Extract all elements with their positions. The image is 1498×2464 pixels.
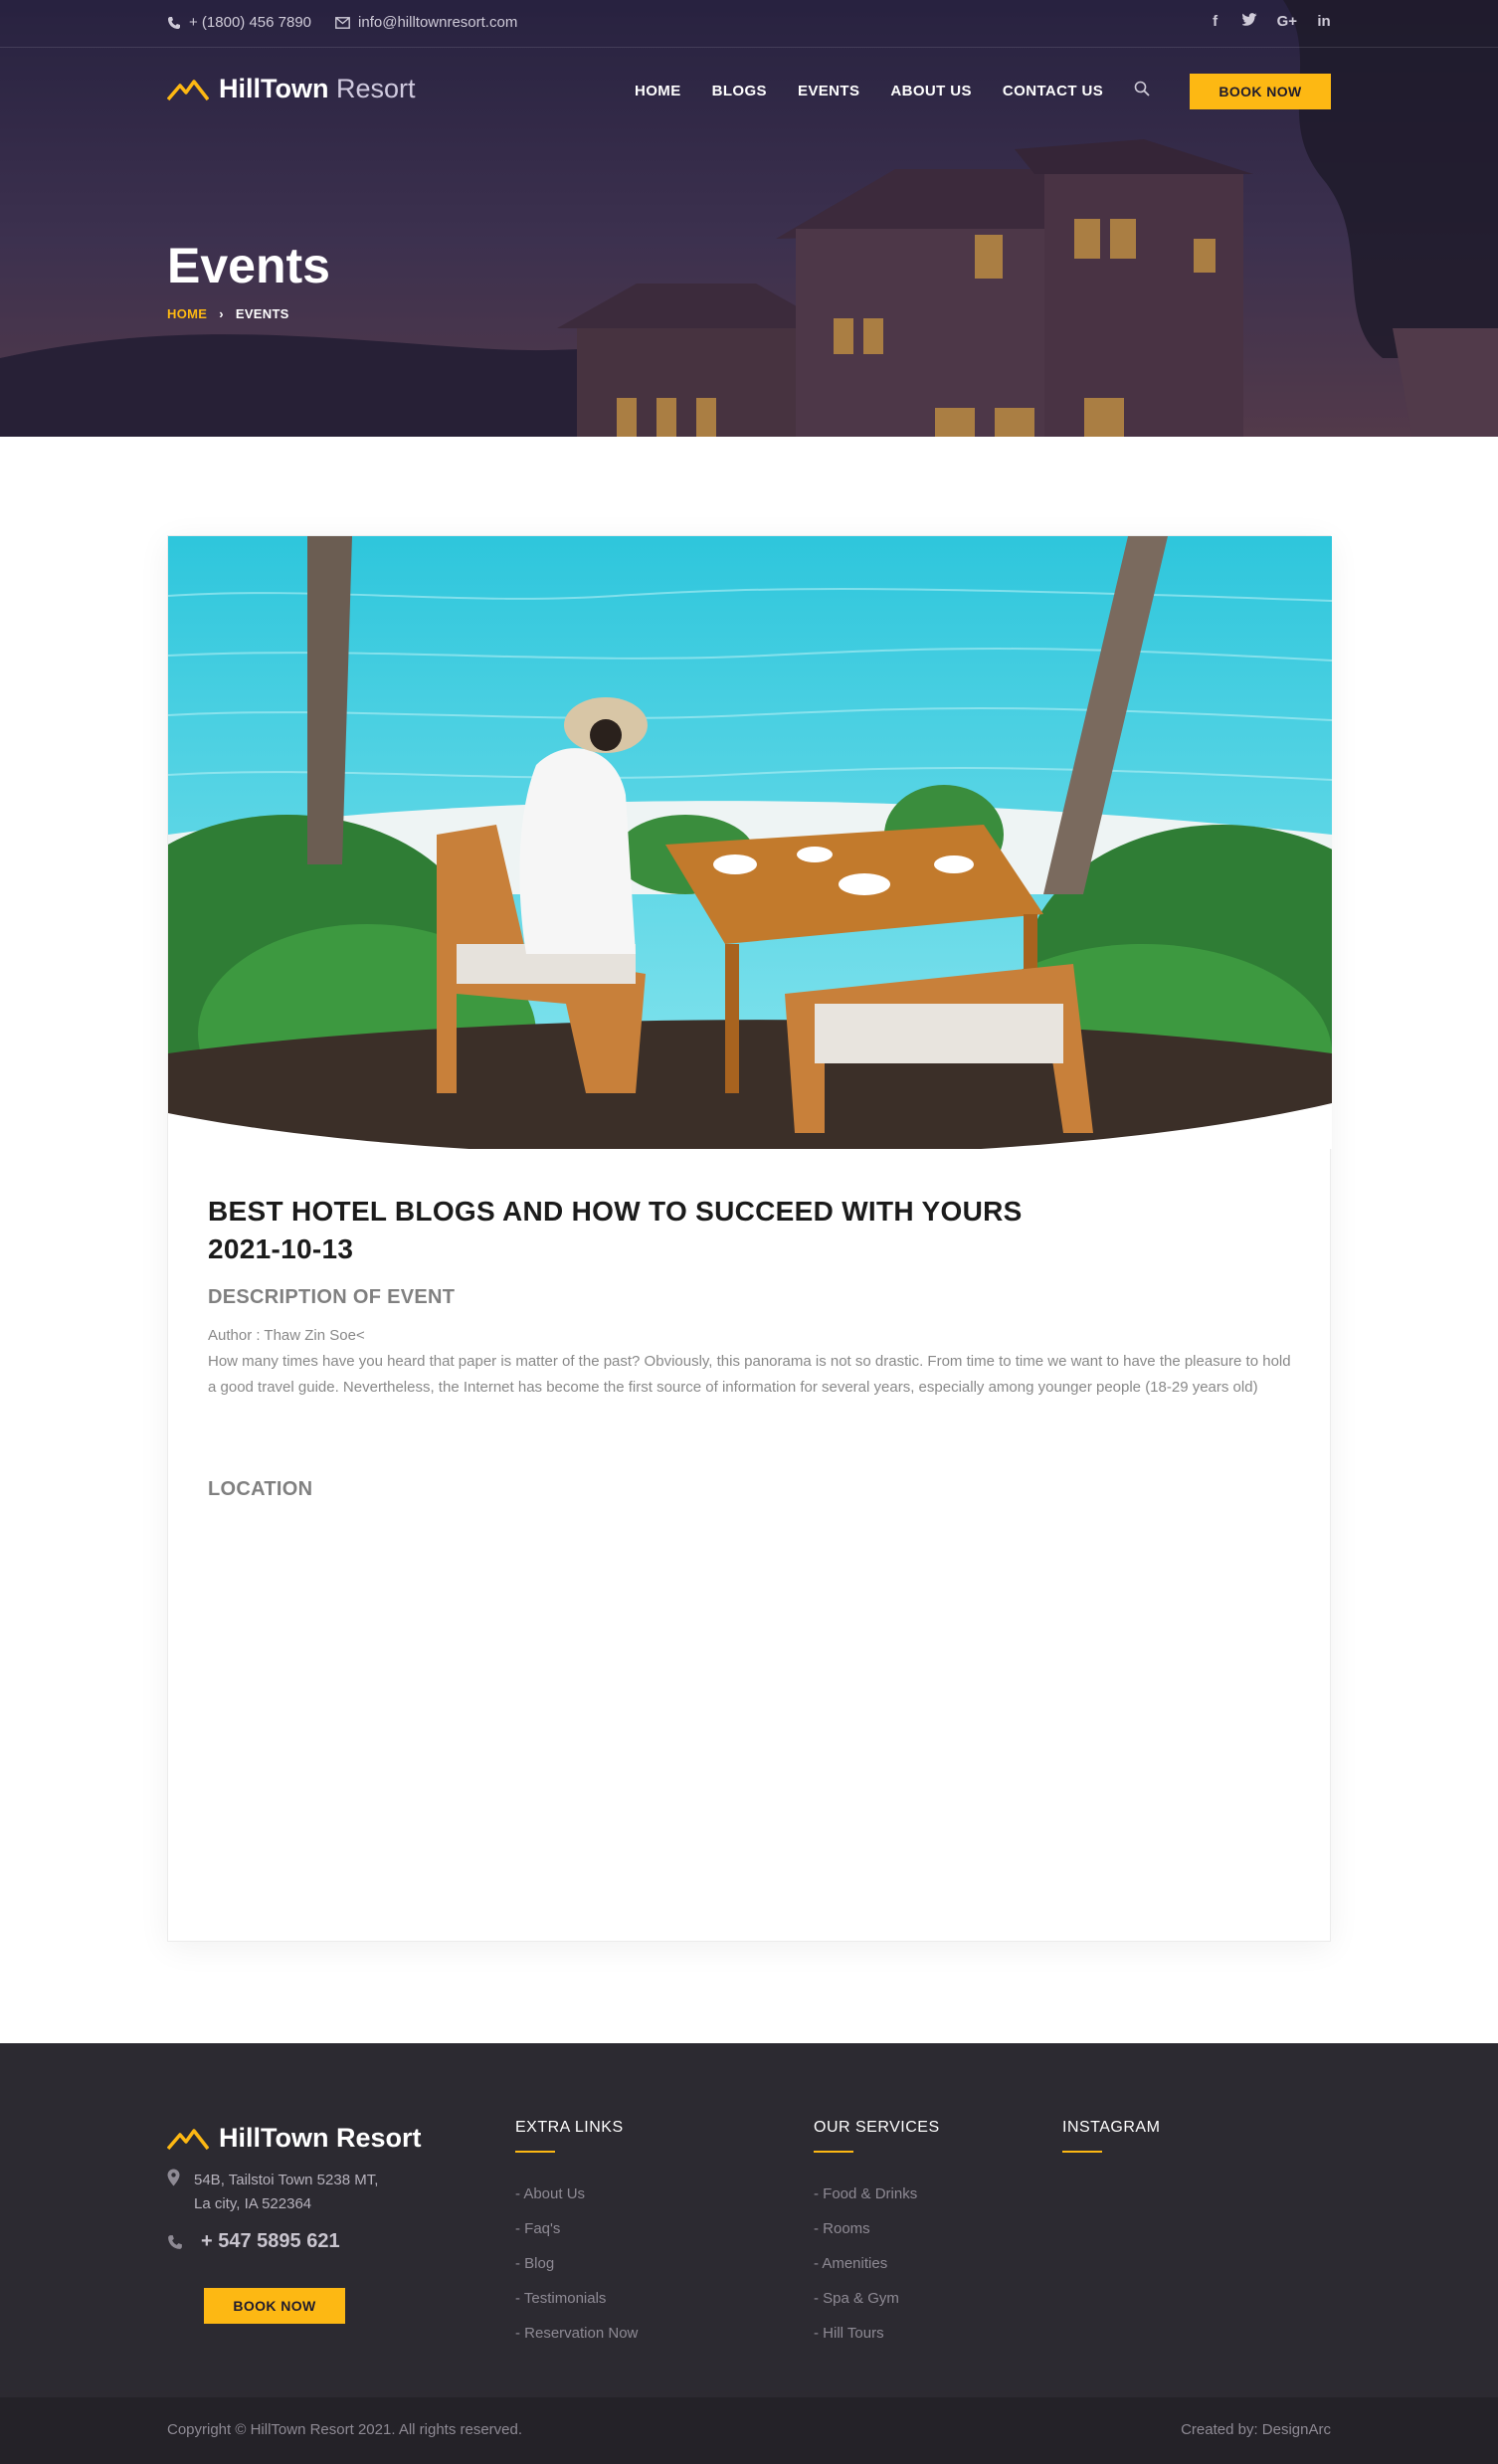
logo-light: Resort — [336, 74, 416, 103]
service-food-drinks[interactable]: - Food & Drinks — [814, 2177, 940, 2211]
search-icon[interactable] — [1134, 81, 1150, 101]
title-underline — [515, 2151, 555, 2153]
footer-link-faqs[interactable]: - Faq's — [515, 2211, 638, 2246]
event-date: 2021-10-13 — [208, 1233, 354, 1264]
services-list: - Food & Drinks - Rooms - Amenities - Sp… — [814, 2177, 940, 2351]
email-address: info@hilltownresort.com — [358, 14, 518, 31]
footer-extra-links: EXTRA LINKS - About Us - Faq's - Blog - … — [515, 2119, 638, 2351]
extra-links-list: - About Us - Faq's - Blog - Testimonials… — [515, 2177, 638, 2351]
nav-about-us[interactable]: ABOUT US — [890, 83, 972, 99]
service-amenities[interactable]: - Amenities — [814, 2246, 940, 2281]
footer-extra-links-title: EXTRA LINKS — [515, 2119, 624, 2136]
address-line-1: 54B, Tailstoi Town 5238 MT, — [194, 2172, 379, 2188]
service-spa-gym[interactable]: - Spa & Gym — [814, 2281, 940, 2316]
footer-instagram: INSTAGRAM — [1062, 2119, 1160, 2177]
nav-home[interactable]: HOME — [635, 83, 681, 99]
event-details: BEST HOTEL BLOGS AND HOW TO SUCCEED WITH… — [208, 1193, 1292, 1501]
event-description: Author : Thaw Zin Soe< How many times ha… — [208, 1323, 1292, 1401]
event-image — [168, 536, 1332, 1149]
logo-mountain-icon — [167, 2128, 209, 2150]
phone-contact[interactable]: + (1800) 456 7890 — [167, 14, 311, 31]
linkedin-icon[interactable]: in — [1317, 13, 1331, 30]
nav-contact-us[interactable]: CONTACT US — [1003, 83, 1103, 99]
footer-logo-text: HillTown Resort — [219, 2123, 422, 2153]
nav-events[interactable]: EVENTS — [798, 83, 859, 99]
service-rooms[interactable]: - Rooms — [814, 2211, 940, 2246]
event-author: Author : Thaw Zin Soe< — [208, 1327, 365, 1344]
title-underline — [814, 2151, 853, 2153]
event-title: BEST HOTEL BLOGS AND HOW TO SUCCEED WITH… — [208, 1193, 1292, 1268]
copyright-text: Copyright © HillTown Resort 2021. All ri… — [167, 2421, 523, 2438]
page-title: Events — [167, 238, 330, 293]
primary-nav: HOME BLOGS EVENTS ABOUT US CONTACT US — [635, 81, 1150, 101]
title-underline — [1062, 2151, 1102, 2153]
breadcrumb: HOME › EVENTS — [167, 306, 289, 321]
site-footer: HillTown Resort 54B, Tailstoi Town 5238 … — [0, 2043, 1498, 2397]
footer-book-now-button[interactable]: BOOK NOW — [204, 2288, 345, 2324]
twitter-icon[interactable] — [1240, 13, 1257, 30]
hero-banner: + (1800) 456 7890 info@hilltownresort.co… — [0, 0, 1498, 437]
book-now-button[interactable]: BOOK NOW — [1190, 74, 1331, 109]
breadcrumb-home[interactable]: HOME — [167, 306, 207, 321]
footer-address: 54B, Tailstoi Town 5238 MT, La city, IA … — [167, 2169, 423, 2216]
logo-bold: HillTown — [219, 74, 329, 103]
footer-link-about-us[interactable]: - About Us — [515, 2177, 638, 2211]
footer-link-testimonials[interactable]: - Testimonials — [515, 2281, 638, 2316]
nav-blogs[interactable]: BLOGS — [712, 83, 767, 99]
location-heading: LOCATION — [208, 1478, 313, 1500]
social-links: f G+ in — [1209, 13, 1331, 30]
contact-info: + (1800) 456 7890 info@hilltownresort.co… — [167, 14, 517, 31]
phone-number: + (1800) 456 7890 — [189, 14, 312, 31]
google-plus-icon[interactable]: G+ — [1277, 13, 1297, 30]
event-title-text: BEST HOTEL BLOGS AND HOW TO SUCCEED WITH… — [208, 1196, 1023, 1227]
footer-logo[interactable]: HillTown Resort — [167, 2123, 422, 2154]
footer-our-services: OUR SERVICES - Food & Drinks - Rooms - A… — [814, 2119, 940, 2351]
footer-link-blog[interactable]: - Blog — [515, 2246, 638, 2281]
facebook-icon[interactable]: f — [1209, 13, 1222, 30]
breadcrumb-current: EVENTS — [235, 306, 289, 321]
description-heading: DESCRIPTION OF EVENT — [208, 1286, 456, 1308]
logo-mountain-icon — [167, 79, 209, 100]
logo-text: HillTown Resort — [219, 74, 416, 104]
event-card: BEST HOTEL BLOGS AND HOW TO SUCCEED WITH… — [167, 535, 1332, 1942]
main-navbar: HillTown Resort HOME BLOGS EVENTS ABOUT … — [0, 48, 1498, 133]
service-hill-tours[interactable]: - Hill Tours — [814, 2316, 940, 2351]
copyright-bar: Copyright © HillTown Resort 2021. All ri… — [0, 2397, 1498, 2464]
top-contact-bar: + (1800) 456 7890 info@hilltownresort.co… — [0, 0, 1498, 48]
event-description-text: How many times have you heard that paper… — [208, 1353, 1291, 1396]
footer-instagram-title: INSTAGRAM — [1062, 2119, 1161, 2136]
phone-icon — [168, 16, 180, 29]
map-pin-icon — [167, 2169, 180, 2186]
phone-icon — [168, 2234, 182, 2249]
footer-phone-number: + 547 5895 621 — [201, 2230, 340, 2252]
breadcrumb-separator: › — [219, 306, 224, 321]
footer-link-reservation[interactable]: - Reservation Now — [515, 2316, 638, 2351]
address-lines: 54B, Tailstoi Town 5238 MT, La city, IA … — [194, 2169, 423, 2216]
footer-phone[interactable]: + 547 5895 621 — [167, 2230, 340, 2253]
footer-services-title: OUR SERVICES — [814, 2119, 940, 2136]
address-line-2: La city, IA 522364 — [194, 2195, 312, 2212]
site-logo[interactable]: HillTown Resort — [167, 74, 416, 104]
email-contact[interactable]: info@hilltownresort.com — [335, 14, 517, 31]
credits-text[interactable]: Created by: DesignArc — [1181, 2421, 1331, 2438]
event-photo — [168, 536, 1332, 1149]
mail-icon — [335, 16, 350, 29]
